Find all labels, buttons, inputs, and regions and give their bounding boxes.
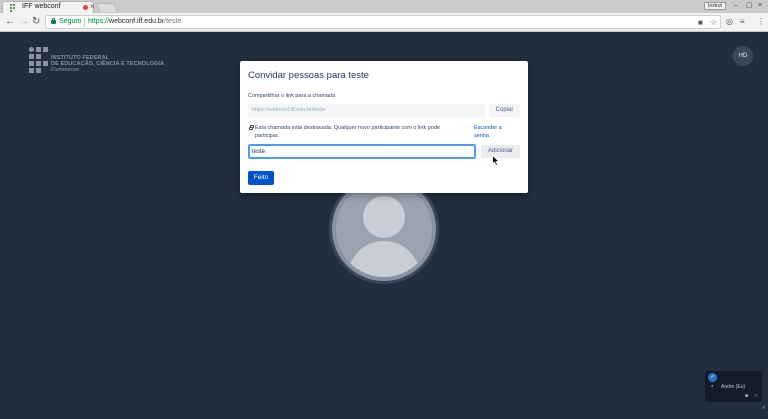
unlocked-icon xyxy=(249,125,254,130)
reload-icon[interactable]: ↻ xyxy=(32,16,40,28)
invite-dialog: Convidar pessoas para teste Compartilhar… xyxy=(240,61,528,193)
share-link-field[interactable]: https://webconf.iff.edu.br/teste xyxy=(248,104,485,117)
dialog-title: Convidar pessoas para teste xyxy=(248,70,369,81)
hide-password-link[interactable]: Esconder a senha xyxy=(474,124,514,140)
tab-strip: IFF webconf × Instrut – ▢ × xyxy=(0,0,768,13)
resize-handle-icon: ◢ xyxy=(761,404,765,410)
recording-indicator-icon xyxy=(83,5,88,10)
browser-tab[interactable]: IFF webconf × xyxy=(2,1,95,13)
mouse-cursor-icon xyxy=(492,155,500,166)
url-host: webconf.iff.edu.br xyxy=(109,18,165,25)
camera-icon[interactable]: ■ xyxy=(698,18,703,27)
star-icon: ☆ xyxy=(754,393,759,399)
local-user-avatar[interactable]: HD xyxy=(733,46,753,66)
menu-list-icon[interactable]: ≡ xyxy=(740,16,745,28)
lock-icon xyxy=(51,18,56,24)
logo-line-3: Fluminense xyxy=(51,67,80,73)
copy-link-button[interactable]: Copiar xyxy=(489,104,520,117)
star-icon[interactable]: ☆ xyxy=(710,18,717,27)
lock-status-message: Esta chamada está destravada. Qualquer n… xyxy=(255,125,440,139)
forward-icon[interactable]: → xyxy=(19,16,29,28)
pin-icon: ● xyxy=(711,383,714,388)
logo-text: INSTITUTO FEDERAL DE EDUCAÇÃO, CIÊNCIA E… xyxy=(51,55,164,73)
invite-input[interactable] xyxy=(248,144,476,159)
filmstrip-local-thumbnail[interactable]: ✓ ● Andre (Eu) ■ ☆ xyxy=(705,371,762,402)
add-button[interactable]: Adicionar xyxy=(481,145,520,158)
new-tab-button[interactable] xyxy=(96,3,118,12)
done-button[interactable]: Feito xyxy=(248,171,274,185)
back-icon[interactable]: ← xyxy=(5,16,15,28)
tab-close-button[interactable]: × xyxy=(90,2,95,12)
thumbnail-name: Andre (Eu) xyxy=(721,384,746,390)
avatar-head-icon xyxy=(363,196,405,238)
security-label: Seguro xyxy=(59,18,82,25)
share-link-label: Compartilhar o link para a chamada xyxy=(248,93,336,99)
minimize-button[interactable]: – xyxy=(734,2,738,10)
url-text: https://webconf.iff.edu.br/teste xyxy=(88,18,181,25)
url-path: /teste xyxy=(164,18,182,25)
url-scheme: https:// xyxy=(88,18,110,25)
window-close-button[interactable]: × xyxy=(758,2,762,10)
menu-icon[interactable]: ⋮ xyxy=(757,16,765,28)
maximize-button[interactable]: ▢ xyxy=(746,2,753,10)
participant-avatar-icon: ✓ xyxy=(708,373,717,382)
iff-favicon-icon xyxy=(10,4,17,12)
tab-title: IFF webconf xyxy=(22,3,61,10)
url-separator xyxy=(84,18,85,27)
address-bar[interactable]: Seguro https://webconf.iff.edu.br/teste … xyxy=(45,15,721,29)
avatar-body-icon xyxy=(348,241,420,277)
browser-toolbar: ← → ↻ Seguro https://webconf.iff.edu.br/… xyxy=(0,13,768,32)
extension-icon[interactable]: ◎ xyxy=(726,16,733,28)
camera-muted-icon: ■ xyxy=(745,393,749,399)
profile-chip[interactable]: Instrut xyxy=(704,2,726,10)
logo-mark-icon xyxy=(29,47,48,73)
